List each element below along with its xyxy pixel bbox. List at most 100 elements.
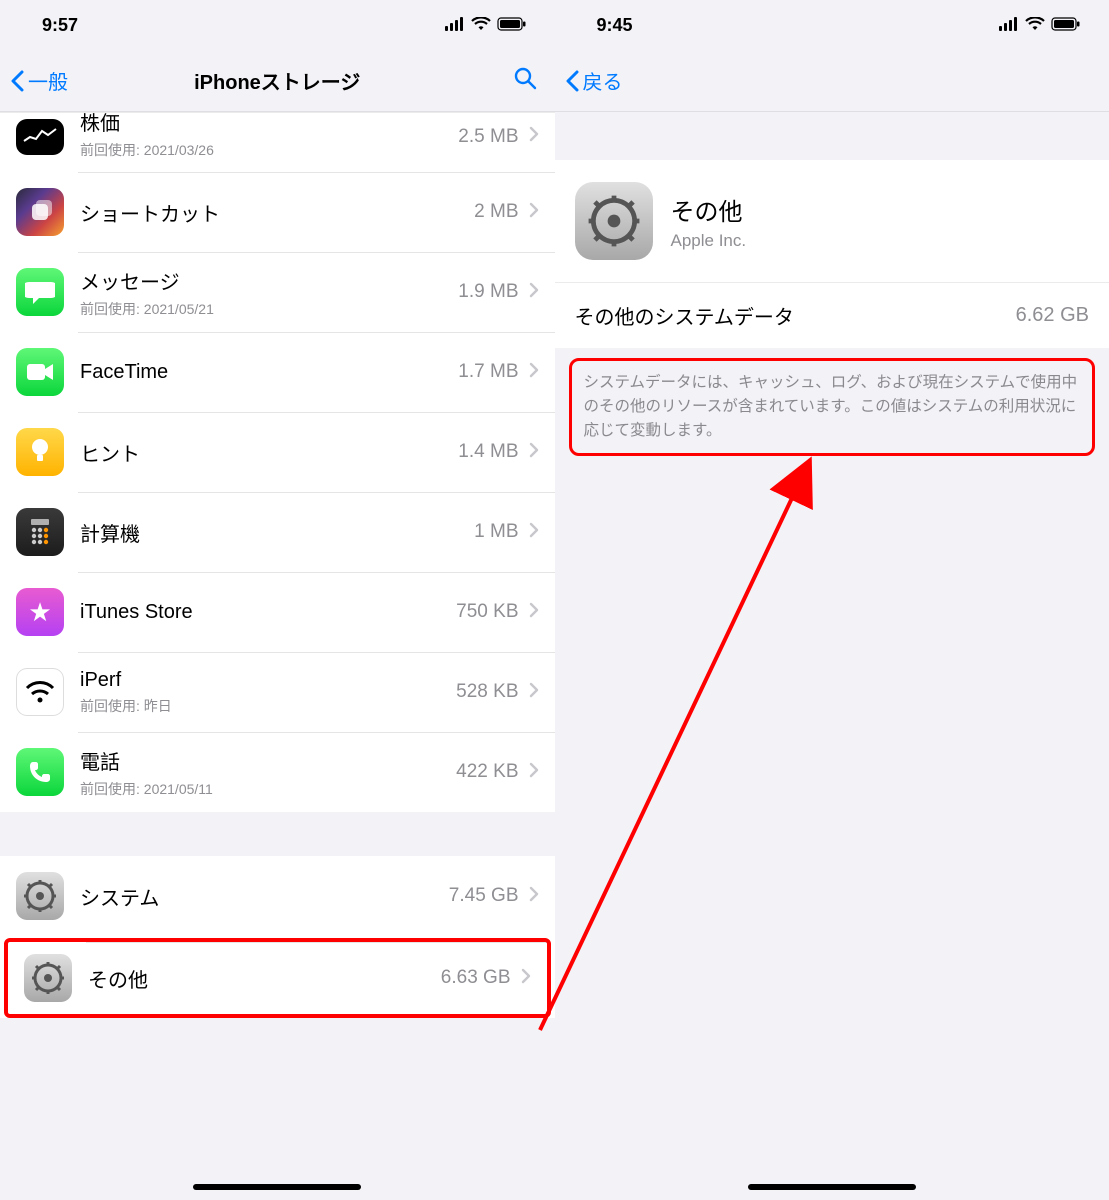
app-row-phone[interactable]: 電話 前回使用: 2021/05/11 422 KB: [0, 732, 555, 812]
row-text: ヒント: [80, 438, 458, 467]
home-indicator[interactable]: [193, 1184, 361, 1190]
app-name: メッセージ: [80, 266, 458, 295]
shortcuts-icon: [16, 188, 64, 236]
row-text: 電話 前回使用: 2021/05/11: [80, 746, 456, 799]
iperf-icon: [16, 668, 64, 716]
gear-icon: [24, 954, 72, 1002]
detail-header: その他 Apple Inc.: [555, 160, 1109, 282]
app-row-shortcuts[interactable]: ショートカット 2 MB: [0, 172, 555, 252]
app-row-iperf[interactable]: iPerf 前回使用: 昨日 528 KB: [0, 652, 555, 732]
chevron-right-icon: [521, 968, 531, 989]
app-lastused: 前回使用: 昨日: [80, 696, 456, 716]
app-lastused: 前回使用: 2021/05/11: [80, 779, 456, 799]
app-lastused: 前回使用: 2021/03/26: [80, 140, 458, 160]
nav-bar: 一般 iPhoneストレージ: [0, 50, 555, 112]
chevron-right-icon: [529, 762, 539, 783]
calculator-icon: [16, 508, 64, 556]
section-gap: [0, 812, 555, 856]
chevron-right-icon: [529, 886, 539, 907]
gear-icon: [16, 872, 64, 920]
status-bar: 9:45: [555, 0, 1109, 50]
detail-title: その他: [671, 192, 747, 227]
system-row[interactable]: システム 7.45 GB: [0, 856, 555, 936]
app-name: 株価: [80, 107, 458, 136]
back-label: 一般: [28, 66, 68, 95]
gear-icon: [575, 182, 653, 260]
app-row-calculator[interactable]: 計算機 1 MB: [0, 492, 555, 572]
home-indicator[interactable]: [748, 1184, 916, 1190]
app-size: 2.5 MB: [458, 126, 518, 148]
status-time: 9:57: [42, 15, 78, 36]
app-row-facetime[interactable]: FaceTime 1.7 MB: [0, 332, 555, 412]
status-bar: 9:57: [0, 0, 555, 50]
battery-icon: [497, 15, 527, 36]
chevron-right-icon: [529, 202, 539, 223]
app-name: iPerf: [80, 669, 456, 692]
chevron-right-icon: [529, 442, 539, 463]
left-screen: 9:57 一般 iPhoneストレージ 株価 前回使用: 2021/03/26 …: [0, 0, 555, 1200]
row-text: iTunes Store: [80, 601, 456, 624]
app-name: FaceTime: [80, 361, 458, 384]
row-text: システム: [80, 882, 449, 911]
stocks-icon: [16, 119, 64, 155]
app-lastused: 前回使用: 2021/05/21: [80, 299, 458, 319]
system-name: システム: [80, 882, 449, 911]
chevron-left-icon: [565, 70, 579, 92]
row-text: 計算機: [80, 518, 474, 547]
app-size: 1 MB: [474, 521, 518, 543]
status-indicators: [999, 15, 1081, 36]
row-label: その他のシステムデータ: [575, 301, 794, 330]
app-row-tips[interactable]: ヒント 1.4 MB: [0, 412, 555, 492]
battery-icon: [1051, 15, 1081, 36]
app-row-messages[interactable]: メッセージ 前回使用: 2021/05/21 1.9 MB: [0, 252, 555, 332]
app-size: 2 MB: [474, 201, 518, 223]
phone-icon: [16, 748, 64, 796]
facetime-icon: [16, 348, 64, 396]
app-size: 1.4 MB: [458, 441, 518, 463]
chevron-right-icon: [529, 126, 539, 147]
system-size: 7.45 GB: [449, 885, 519, 907]
row-text: その他: [88, 964, 441, 993]
chevron-right-icon: [529, 362, 539, 383]
chevron-right-icon: [529, 682, 539, 703]
row-text: ショートカット: [80, 198, 474, 227]
right-screen: 9:45 戻る その他 Apple Inc. その他のシステムデータ 6.62 …: [555, 0, 1109, 1200]
nav-bar: 戻る: [555, 50, 1109, 112]
row-text: 株価 前回使用: 2021/03/26: [80, 113, 458, 160]
app-size: 750 KB: [456, 601, 518, 623]
search-icon: [513, 66, 537, 90]
star-icon: ★: [28, 597, 51, 628]
wifi-icon: [471, 15, 491, 36]
app-size: 528 KB: [456, 681, 518, 703]
other-name: その他: [88, 964, 441, 993]
other-size: 6.63 GB: [441, 967, 511, 989]
page-title: iPhoneストレージ: [194, 66, 360, 95]
status-time: 9:45: [597, 15, 633, 36]
other-row[interactable]: その他 6.63 GB: [4, 938, 551, 1018]
back-label: 戻る: [583, 66, 623, 95]
row-text: iPerf 前回使用: 昨日: [80, 669, 456, 716]
row-text: FaceTime: [80, 361, 458, 384]
back-button[interactable]: 戻る: [565, 66, 623, 95]
app-row-itunes[interactable]: ★ iTunes Store 750 KB: [0, 572, 555, 652]
system-data-row: その他のシステムデータ 6.62 GB: [555, 282, 1109, 348]
app-size: 1.9 MB: [458, 281, 518, 303]
row-size: 6.62 GB: [1016, 304, 1089, 327]
detail-subtitle: Apple Inc.: [671, 231, 747, 251]
app-size: 422 KB: [456, 761, 518, 783]
app-name: 電話: [80, 746, 456, 775]
detail-titles: その他 Apple Inc.: [671, 192, 747, 251]
app-list: 株価 前回使用: 2021/03/26 2.5 MB ショートカット 2 MB …: [0, 112, 555, 812]
footnote: システムデータには、キャッシュ、ログ、および現在システムで使用中のその他のリソー…: [569, 358, 1096, 456]
search-button[interactable]: [513, 66, 537, 95]
signal-icon: [999, 15, 1019, 36]
row-text: メッセージ 前回使用: 2021/05/21: [80, 266, 458, 319]
app-row-stocks[interactable]: 株価 前回使用: 2021/03/26 2.5 MB: [0, 113, 555, 172]
itunes-icon: ★: [16, 588, 64, 636]
back-button[interactable]: 一般: [10, 66, 68, 95]
status-indicators: [445, 15, 527, 36]
system-list: システム 7.45 GB その他 6.63 GB: [0, 856, 555, 1018]
chevron-right-icon: [529, 522, 539, 543]
chevron-right-icon: [529, 602, 539, 623]
app-name: ヒント: [80, 438, 458, 467]
